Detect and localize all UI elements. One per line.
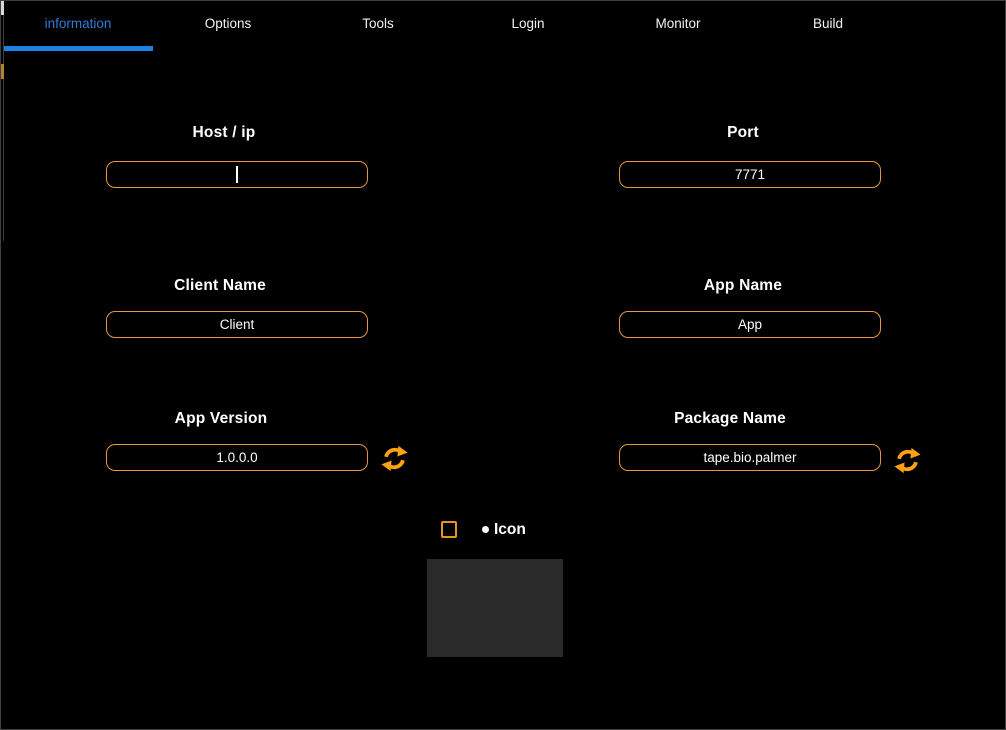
tab-login-label: Login [511,16,544,31]
client-name-label: Client Name [89,277,351,295]
package-name-label: Package Name [599,410,861,428]
text-caret [236,166,238,183]
refresh-icon [381,445,408,472]
tab-information-label: information [45,16,112,31]
package-name-input[interactable] [619,444,881,471]
package-name-refresh-button[interactable] [894,447,921,474]
port-input[interactable] [619,161,881,188]
tab-tools[interactable]: Tools [303,1,453,53]
left-edge-marker-orange [1,64,4,79]
tab-monitor-label: Monitor [655,16,700,31]
tab-login[interactable]: Login [453,1,603,53]
window-left-border [3,1,4,241]
left-edge-marker-top [1,1,4,15]
bullet-icon [482,526,489,533]
tab-options-label: Options [205,16,252,31]
active-tab-underline [4,46,153,51]
port-label: Port [612,124,874,142]
app-version-label: App Version [90,410,352,428]
client-name-input[interactable] [106,311,368,338]
host-ip-label: Host / ip [93,124,355,142]
icon-section-label: Icon [494,521,526,539]
app-window: information Options Tools Login Monitor … [0,0,1006,730]
app-version-refresh-button[interactable] [381,445,408,472]
icon-checkbox[interactable] [441,521,457,538]
tab-bar: information Options Tools Login Monitor … [3,1,903,53]
tab-monitor[interactable]: Monitor [603,1,753,53]
refresh-icon [894,447,921,474]
tab-build-label: Build [813,16,843,31]
app-name-input[interactable] [619,311,881,338]
tab-tools-label: Tools [362,16,394,31]
app-name-label: App Name [612,277,874,295]
tab-build[interactable]: Build [753,1,903,53]
tab-information[interactable]: information [3,1,153,53]
tab-options[interactable]: Options [153,1,303,53]
icon-preview-box[interactable] [427,559,563,657]
app-version-input[interactable] [106,444,368,471]
